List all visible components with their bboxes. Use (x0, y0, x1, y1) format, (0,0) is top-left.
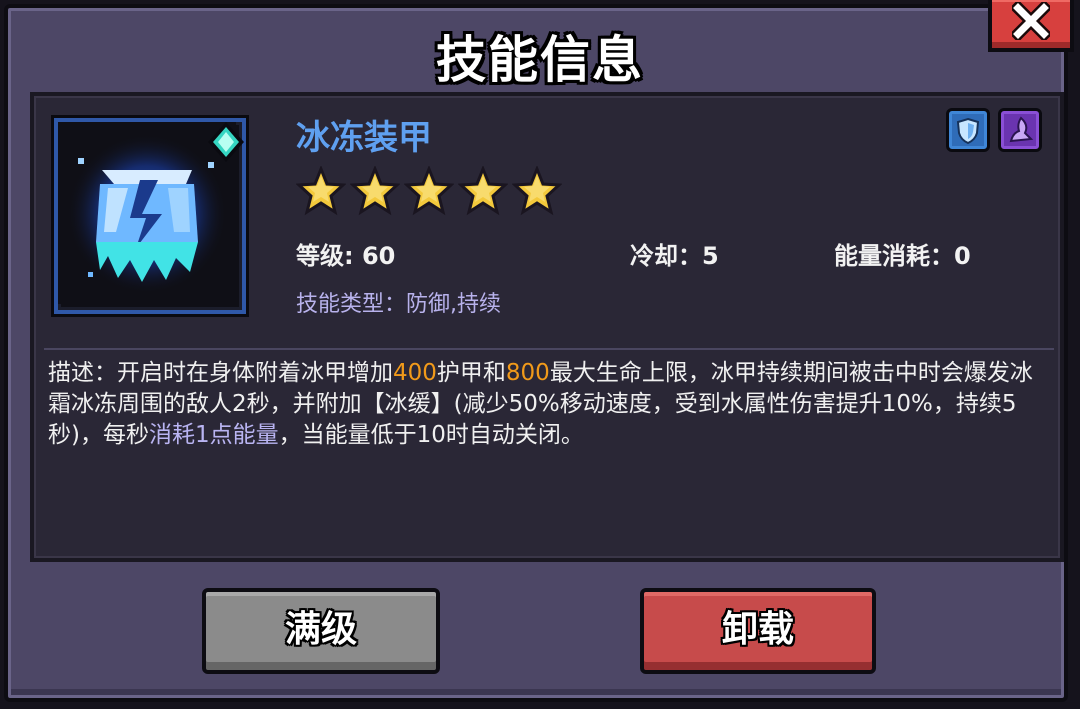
armor-value: 400 (393, 360, 437, 386)
skill-info-dialog: 技能信息 冰冻装甲 等级: 60 冷却：5 能量消耗：0 技能类型：防御,持续 … (4, 4, 1068, 702)
skill-name: 冰冻装甲 (296, 118, 432, 158)
divider (44, 348, 1054, 350)
skill-description: 描述：开启时在身体附着冰甲增加400护甲和800最大生命上限，冰甲持续期间被击中… (48, 358, 1048, 451)
health-value: 800 (505, 360, 550, 386)
dialog-title: 技能信息 (436, 31, 644, 89)
star-icon (512, 166, 562, 216)
description-text: 描述：开启时在身体附着冰甲增加 (48, 360, 393, 386)
star-icon (350, 166, 400, 216)
skill-detail-panel: 冰冻装甲 等级: 60 冷却：5 能量消耗：0 技能类型：防御,持续 描述：开启… (30, 92, 1064, 562)
max-level-button[interactable]: 满级 (202, 588, 440, 674)
close-button[interactable] (988, 0, 1074, 52)
description-text: ，当能量低于10时自动关闭。 (278, 422, 584, 448)
gem-icon (208, 122, 244, 162)
star-icon (458, 166, 508, 216)
star-icon (404, 166, 454, 216)
cooldown-stat: 冷却：5 (630, 242, 719, 270)
close-icon (1012, 2, 1050, 40)
shield-tag-icon (946, 108, 990, 152)
description-text: 护甲和 (436, 360, 506, 386)
energy-cost-highlight: 消耗1点能量 (148, 422, 279, 448)
star-rating (296, 166, 562, 216)
energy-cost-stat: 能量消耗：0 (834, 242, 971, 270)
unload-button[interactable]: 卸载 (640, 588, 876, 674)
skill-type: 技能类型：防御,持续 (296, 292, 501, 317)
star-icon (296, 166, 346, 216)
magic-tag-icon (998, 108, 1042, 152)
level-stat: 等级: 60 (296, 242, 396, 270)
